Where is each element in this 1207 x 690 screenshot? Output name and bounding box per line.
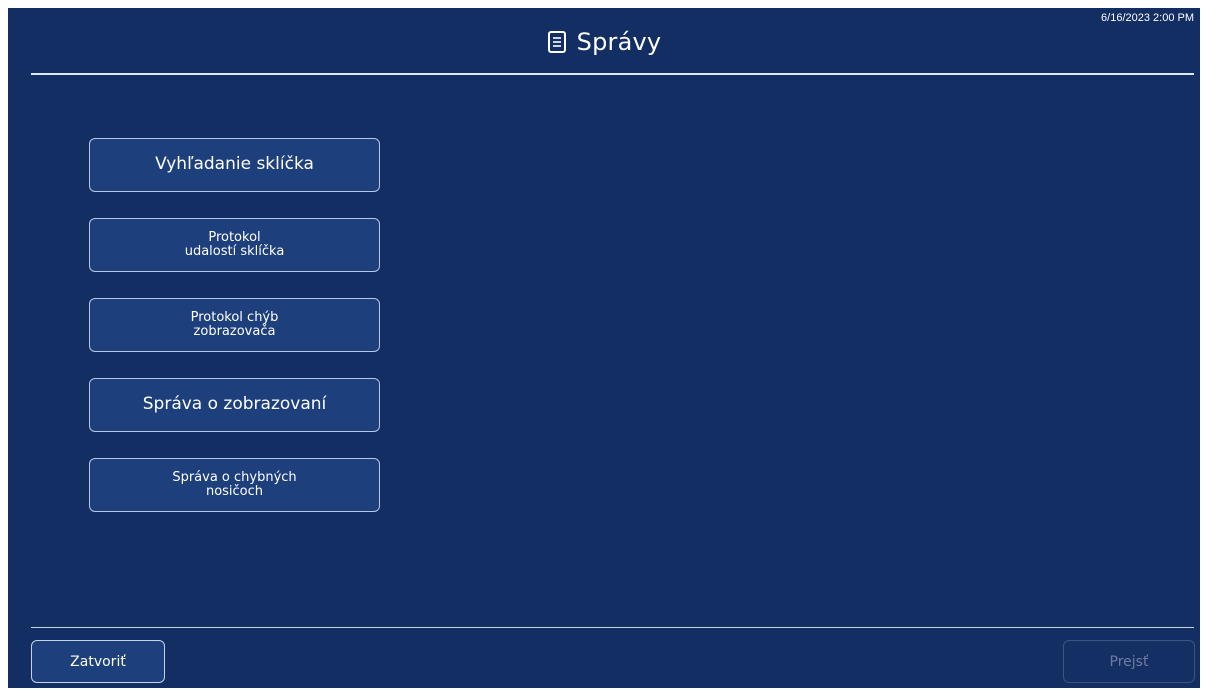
reports-menu: Vyhľadanie sklíčka Protokol udalostí skl… [89, 138, 380, 538]
slide-search-label: Vyhľadanie sklíčka [155, 154, 314, 175]
imaging-report-button[interactable]: Správa o zobrazovaní [89, 378, 380, 432]
slide-event-log-button[interactable]: Protokol udalostí sklíčka [89, 218, 380, 272]
page-title: Správy [576, 28, 662, 56]
header-divider [31, 73, 1194, 75]
timestamp: 6/16/2023 2:00 PM [1101, 12, 1194, 24]
imager-error-log-label: Protokol chýb zobrazovača [190, 310, 279, 339]
faulty-carriers-report-label: Správa o chybných nosičoch [172, 470, 297, 499]
close-button-label: Zatvoriť [70, 653, 126, 670]
reports-screen: Správy 6/16/2023 2:00 PM Vyhľadanie sklí… [8, 8, 1200, 688]
go-button-label: Prejsť [1109, 653, 1149, 670]
imager-error-log-button[interactable]: Protokol chýb zobrazovača [89, 298, 380, 352]
imaging-report-label: Správa o zobrazovaní [142, 394, 327, 415]
slide-event-log-label: Protokol udalostí sklíčka [184, 230, 285, 259]
footer-divider [31, 627, 1194, 628]
document-list-icon [547, 30, 567, 54]
header: Správy 6/16/2023 2:00 PM [8, 8, 1200, 74]
slide-search-button[interactable]: Vyhľadanie sklíčka [89, 138, 380, 192]
go-button[interactable]: Prejsť [1063, 640, 1195, 683]
close-button[interactable]: Zatvoriť [31, 640, 165, 683]
title-bar: Správy [8, 28, 1200, 56]
faulty-carriers-report-button[interactable]: Správa o chybných nosičoch [89, 458, 380, 512]
